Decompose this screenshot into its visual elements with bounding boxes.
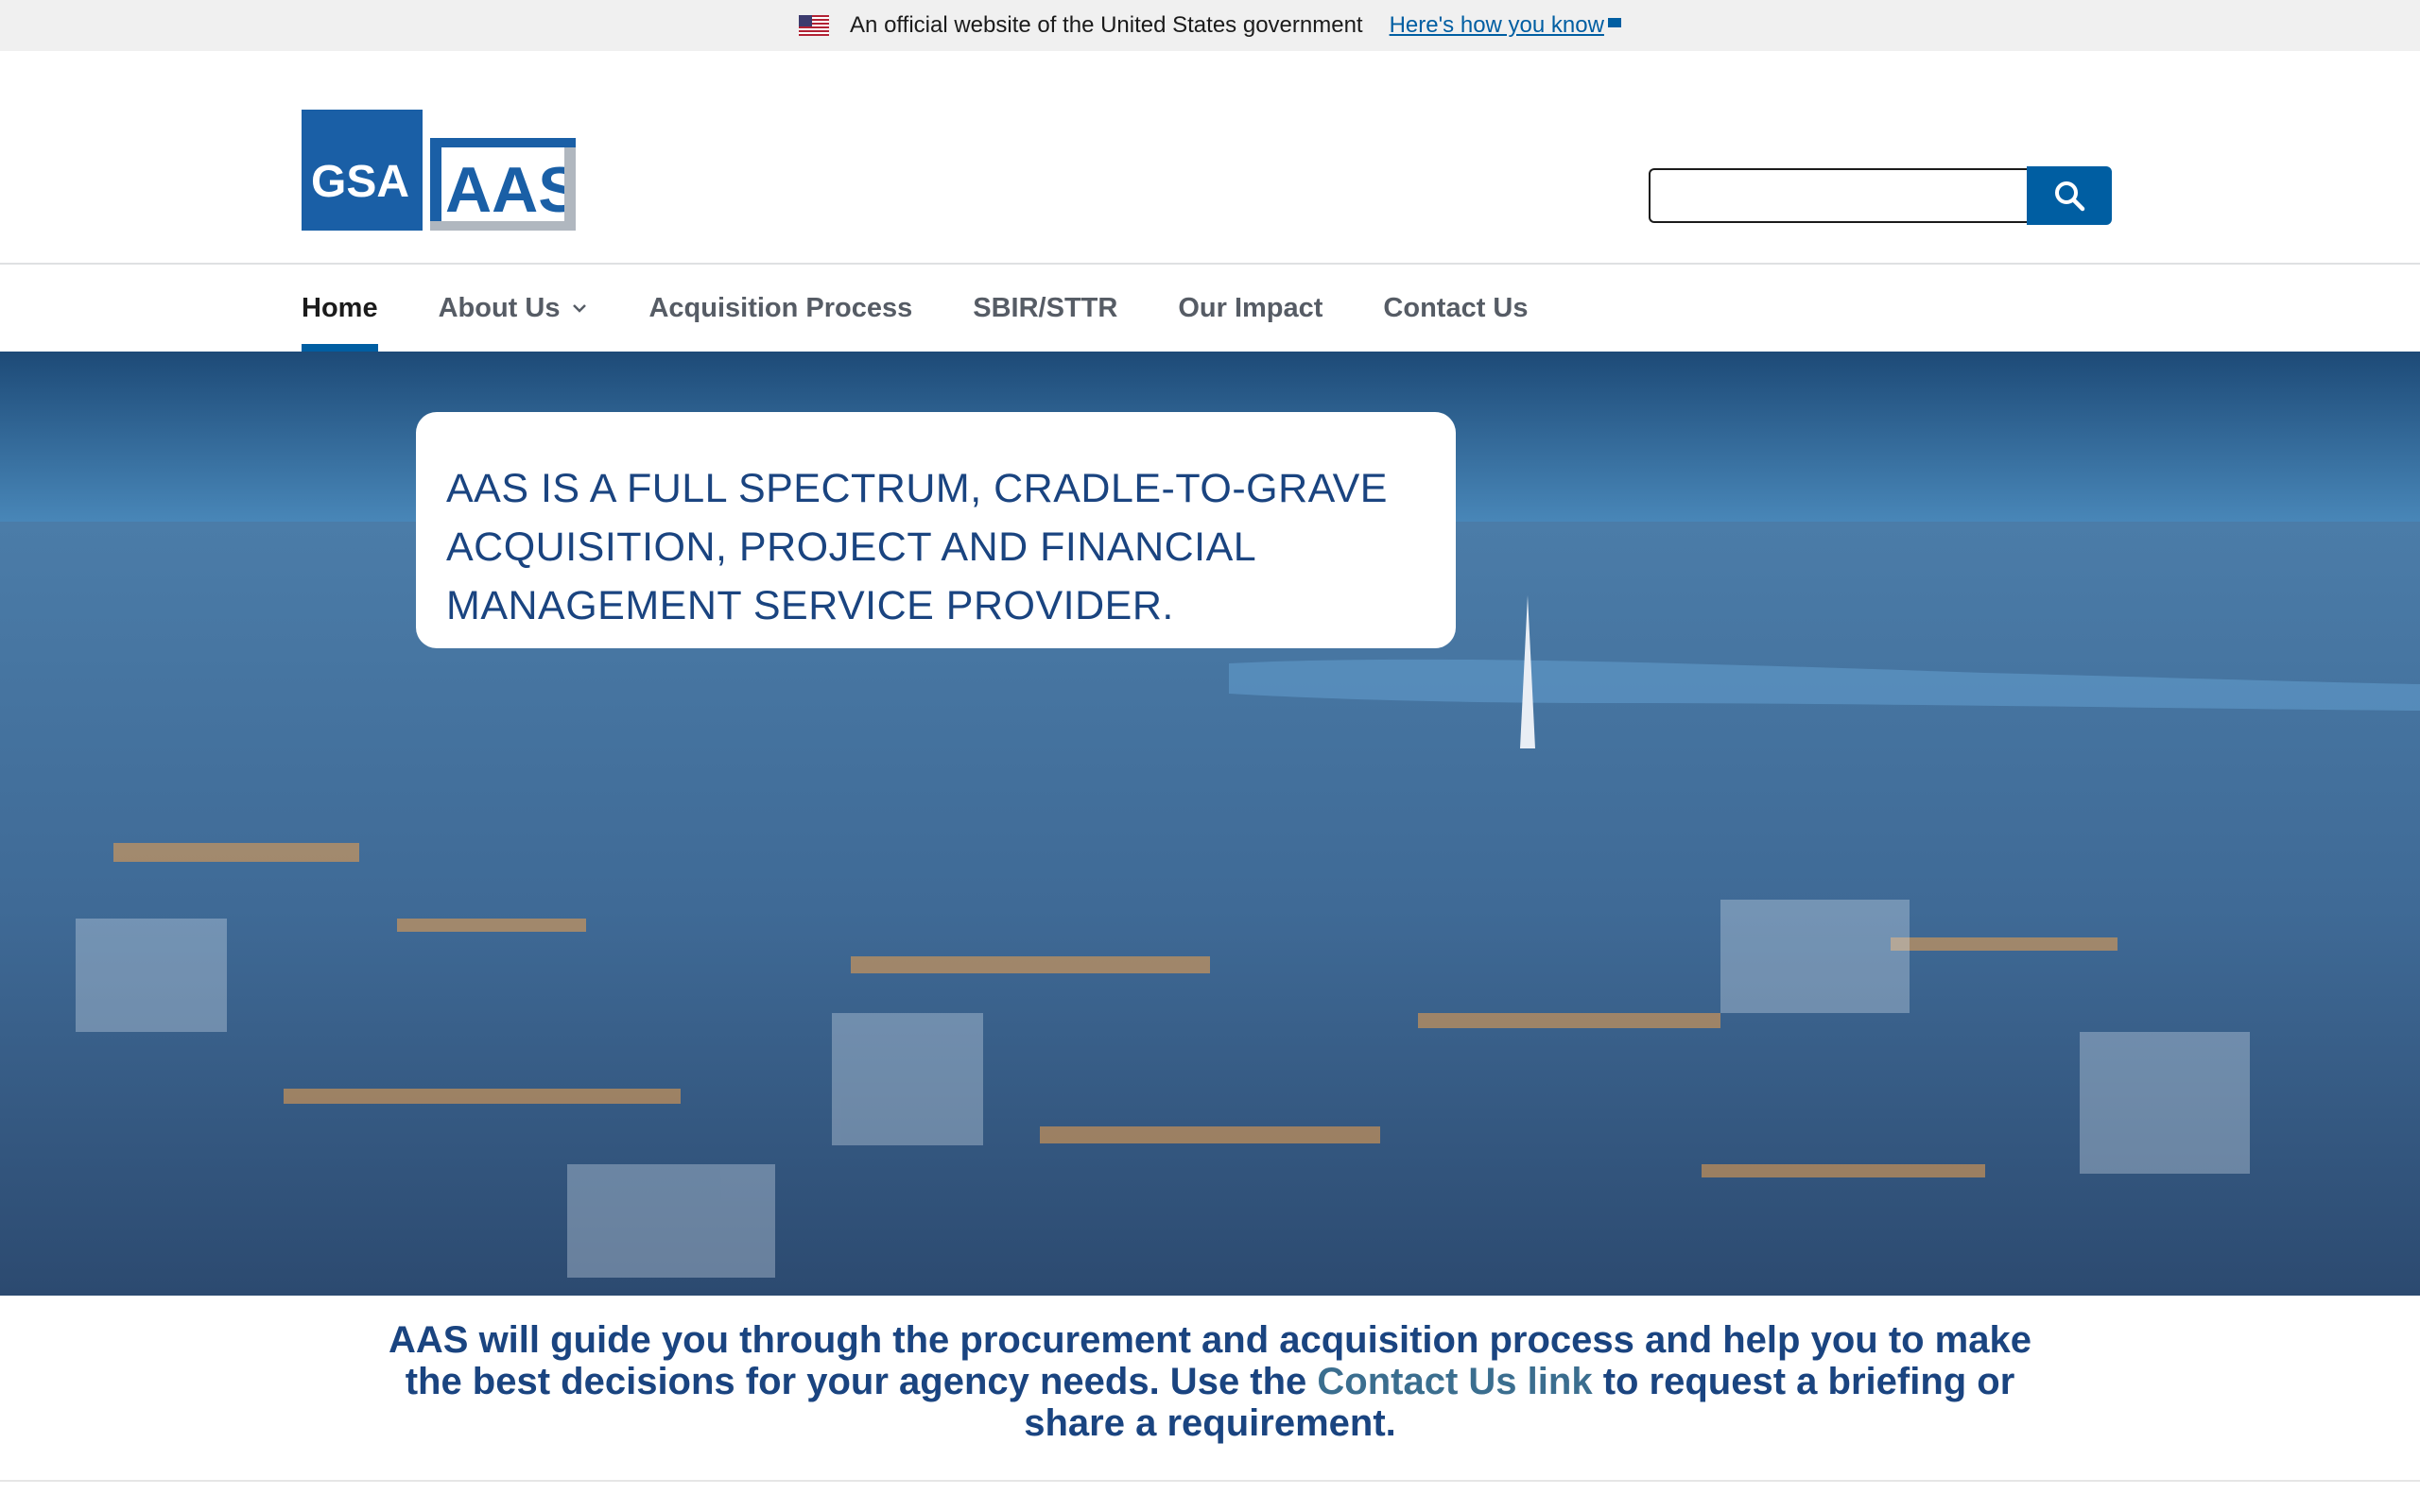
nav-item-label: Home [302, 292, 378, 323]
nav-item-label: Our Impact [1178, 292, 1323, 323]
nav-item-our-impact[interactable]: Our Impact [1178, 265, 1322, 352]
search-button[interactable] [2027, 166, 2112, 225]
main-navigation: Home About Us Acquisition Process SBIR/S… [0, 265, 2420, 352]
gsa-aas-logo[interactable]: GSA AAS [302, 110, 576, 231]
intro-paragraph: AAS will guide you through the procureme… [359, 1319, 2061, 1444]
nav-item-acquisition-process[interactable]: Acquisition Process [648, 265, 912, 352]
hero-banner: AAS IS A FULL SPECTRUM, CRADLE-TO-GRAVE … [0, 352, 2420, 1296]
gov-banner: An official website of the United States… [0, 0, 2420, 51]
hero-message-card: AAS IS A FULL SPECTRUM, CRADLE-TO-GRAVE … [416, 412, 1456, 648]
hero-headline: AAS IS A FULL SPECTRUM, CRADLE-TO-GRAVE … [446, 466, 1388, 628]
nav-item-label: Contact Us [1383, 292, 1529, 323]
expand-marker-icon[interactable] [1607, 18, 1621, 27]
nav-item-label: Acquisition Process [648, 292, 913, 323]
gsa-logo-text: GSA [311, 157, 409, 207]
chevron-down-icon [573, 304, 587, 313]
nav-item-label: SBIR/STTR [973, 292, 1118, 323]
search-input[interactable] [1649, 168, 2027, 223]
heres-how-you-know-link[interactable]: Here's how you know [1390, 12, 1604, 39]
official-website-text: An official website of the United States… [850, 12, 1363, 38]
contact-us-link[interactable]: Contact Us link [1317, 1361, 1592, 1402]
section-divider [0, 1480, 2420, 1482]
aas-logo-text: AAS [445, 154, 576, 226]
site-header: GSA AAS [0, 51, 2420, 265]
nav-item-about-us[interactable]: About Us [439, 265, 589, 352]
search-form [1649, 166, 2112, 225]
nav-item-sbir-sttr[interactable]: SBIR/STTR [973, 265, 1117, 352]
us-flag-icon [799, 15, 830, 36]
search-icon [2055, 181, 2085, 212]
nav-item-label: About Us [438, 292, 561, 323]
nav-item-contact-us[interactable]: Contact Us [1383, 265, 1528, 352]
nav-item-home[interactable]: Home [302, 265, 378, 352]
